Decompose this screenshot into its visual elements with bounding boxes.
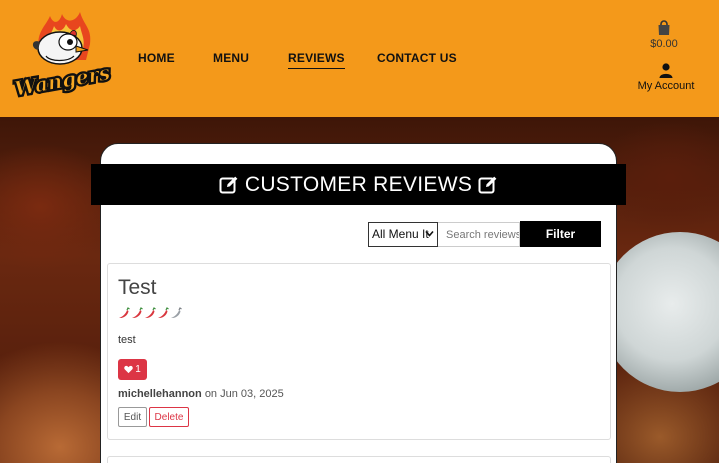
chili-pepper-icon xyxy=(119,307,130,319)
basket-amount: $0.00 xyxy=(650,38,678,50)
menu-item-select-value: All Menu It xyxy=(372,227,429,241)
nav-reviews-link[interactable]: REVIEWS xyxy=(288,51,345,69)
search-reviews-input[interactable]: Search reviews xyxy=(438,222,520,247)
review-meta: michellehannon on Jun 03, 2025 xyxy=(118,388,284,400)
dip-bowl-image xyxy=(600,232,719,392)
user-icon xyxy=(659,63,673,78)
page-title: CUSTOMER REVIEWS xyxy=(244,172,473,196)
basket-link[interactable]: $0.00 xyxy=(641,20,687,50)
menu-item-select[interactable]: All Menu It xyxy=(368,222,438,247)
chili-pepper-empty-icon xyxy=(171,307,182,319)
review-body: test xyxy=(118,334,136,346)
review-card-next xyxy=(107,456,611,463)
site-header: Wangers Wangers HOME MENU REVIEWS CONTAC… xyxy=(0,0,719,117)
my-account-label: My Account xyxy=(637,80,695,92)
like-count: 1 xyxy=(135,364,141,375)
delete-review-button[interactable]: Delete xyxy=(149,407,189,427)
review-rating xyxy=(118,307,182,319)
chevron-down-icon xyxy=(425,230,434,237)
nav-contact-link[interactable]: CONTACT US xyxy=(377,51,457,65)
edit-icon xyxy=(219,176,238,193)
filter-button[interactable]: Filter xyxy=(520,221,601,247)
search-reviews-placeholder: Search reviews xyxy=(446,229,520,241)
main-nav: HOME MENU REVIEWS CONTACT US xyxy=(0,51,719,71)
review-date: on Jun 03, 2025 xyxy=(204,388,284,400)
like-button[interactable]: 1 xyxy=(118,359,147,380)
chili-pepper-icon xyxy=(145,307,156,319)
review-title: Test xyxy=(118,276,157,299)
shopping-bag-icon xyxy=(658,20,670,35)
chili-pepper-icon xyxy=(158,307,169,319)
edit-icon xyxy=(478,176,497,193)
edit-review-button[interactable]: Edit xyxy=(118,407,147,427)
heart-icon xyxy=(124,365,133,374)
nav-home-link[interactable]: HOME xyxy=(138,51,175,65)
nav-menu-link[interactable]: MENU xyxy=(213,51,249,65)
review-author: michellehannon xyxy=(118,388,202,400)
chili-pepper-icon xyxy=(132,307,143,319)
my-account-link[interactable]: My Account xyxy=(632,63,700,92)
page-title-bar: CUSTOMER REVIEWS xyxy=(91,164,626,205)
